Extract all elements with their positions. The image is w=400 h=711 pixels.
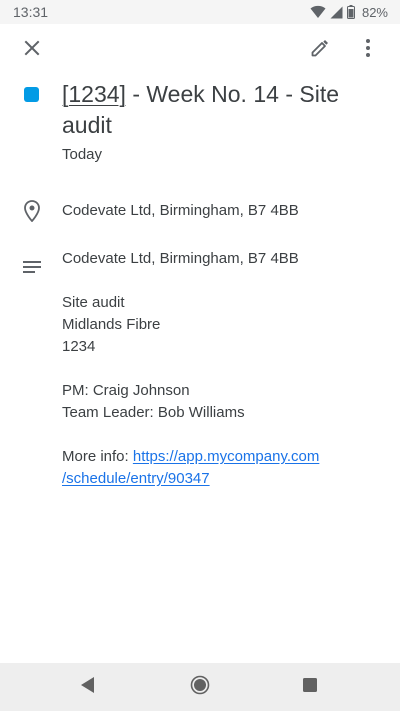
status-bar: 13:31 82% [0, 0, 400, 24]
description-line: Midlands Fibre [62, 316, 161, 333]
wifi-icon [310, 5, 326, 19]
edit-button[interactable] [300, 30, 340, 70]
event-date: Today [62, 146, 103, 163]
description-line: 1234 [62, 338, 96, 355]
event-color-indicator [24, 87, 39, 102]
description-icon [20, 255, 44, 279]
battery-icon [346, 5, 355, 19]
status-icons: 82% [310, 3, 388, 21]
battery-percent: 82% [361, 4, 388, 20]
description-line: PM: Craig Johnson [62, 382, 190, 399]
more-options-button[interactable] [348, 30, 388, 70]
close-button[interactable] [12, 30, 52, 70]
status-time: 13:31 [13, 4, 49, 20]
event-description: Codevate Ltd, Birmingham, B7 4BB Site au… [62, 248, 352, 490]
nav-home-button[interactable] [184, 671, 216, 703]
navigation-bar [0, 663, 400, 711]
pencil-icon [310, 38, 330, 63]
home-icon [190, 675, 210, 700]
signal-icon [330, 6, 343, 19]
description-address: Codevate Ltd, Birmingham, B7 4BB [62, 250, 299, 267]
nav-recents-button[interactable] [294, 671, 326, 703]
more-info-link-cont[interactable]: /schedule/entry/90347 [62, 470, 210, 487]
close-icon [24, 40, 40, 61]
more-info-link[interactable]: https://app.mycompany.com [133, 448, 319, 465]
recents-icon [302, 677, 318, 698]
back-icon [80, 676, 96, 699]
more-info-label: More info: [62, 448, 133, 465]
event-title-ref: [1234] [62, 81, 126, 107]
event-location[interactable]: Codevate Ltd, Birmingham, B7 4BB [62, 202, 299, 219]
more-info-line-cont: /schedule/entry/90347 [62, 468, 352, 490]
description-line: Team Leader: Bob Williams [62, 404, 245, 421]
more-info-line: More info: https://app.mycompany.com [62, 446, 352, 468]
nav-back-button[interactable] [72, 671, 104, 703]
event-title: [1234] - Week No. 14 - Site audit [62, 79, 362, 141]
location-pin-icon [20, 199, 44, 223]
more-vert-icon [365, 38, 371, 63]
description-line: Site audit [62, 294, 125, 311]
